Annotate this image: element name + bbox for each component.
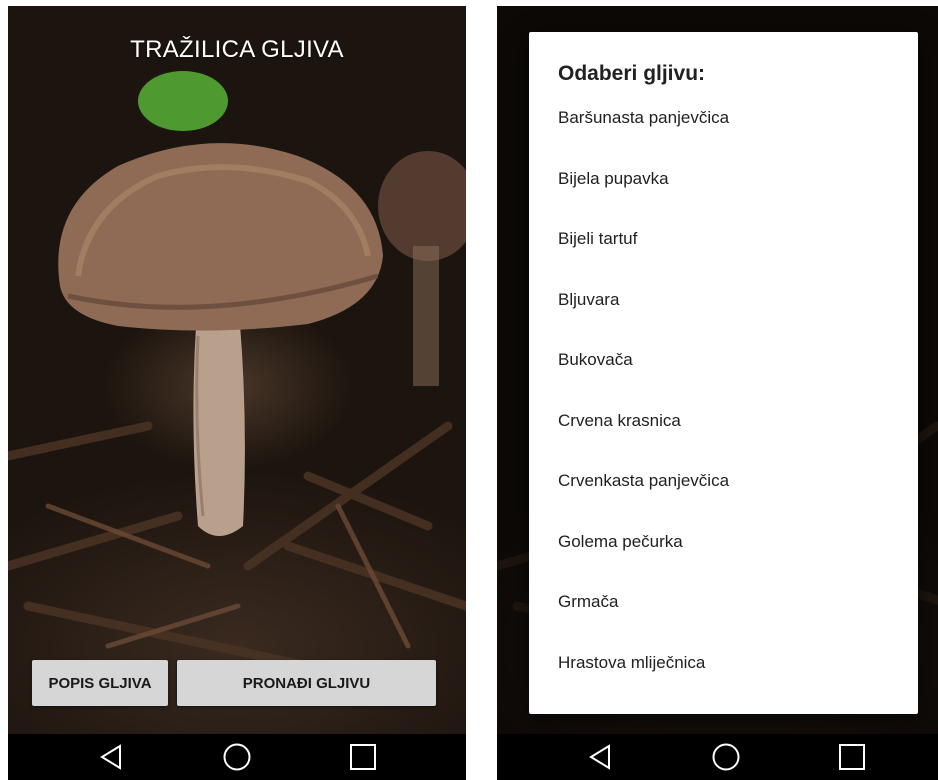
home-icon[interactable]	[706, 737, 746, 777]
dialog-title: Odaberi gljivu:	[558, 62, 706, 85]
recents-icon[interactable]	[343, 737, 383, 777]
back-icon[interactable]	[91, 737, 131, 777]
mushroom-list-button[interactable]: POPIS GLJIVA	[32, 660, 168, 706]
home-icon[interactable]	[217, 737, 257, 777]
mushroom-background-image	[8, 6, 466, 734]
list-item[interactable]: Bukovača	[529, 340, 918, 401]
list-item[interactable]: Crvenkasta panjevčica	[529, 461, 918, 522]
list-item[interactable]: Crvena krasnica	[529, 401, 918, 462]
recents-icon[interactable]	[832, 737, 872, 777]
list-item[interactable]: Baršunasta panjevčica	[529, 98, 918, 159]
mushroom-list: Baršunasta panjevčica Bijela pupavka Bij…	[529, 98, 918, 703]
list-item[interactable]: Golema pečurka	[529, 522, 918, 583]
list-item[interactable]: Grmača	[529, 582, 918, 643]
navigation-bar	[497, 734, 938, 780]
main-screen: TRAŽILICA GLJIVA POPIS GLJIVA PRONAĐI GL…	[8, 6, 466, 780]
list-item[interactable]: Hrastova mliječnica	[529, 643, 918, 704]
back-icon[interactable]	[580, 737, 620, 777]
picker-screen: Odaberi gljivu: Baršunasta panjevčica Bi…	[497, 6, 938, 780]
list-item[interactable]: Bijela pupavka	[529, 159, 918, 220]
app-title: TRAŽILICA GLJIVA	[130, 36, 344, 63]
list-item[interactable]: Bijeli tartuf	[529, 219, 918, 280]
list-item[interactable]: Bljuvara	[529, 280, 918, 341]
find-mushroom-button[interactable]: PRONAĐI GLJIVU	[177, 660, 436, 706]
navigation-bar	[8, 734, 466, 780]
mushroom-picker-dialog: Odaberi gljivu: Baršunasta panjevčica Bi…	[529, 32, 918, 714]
